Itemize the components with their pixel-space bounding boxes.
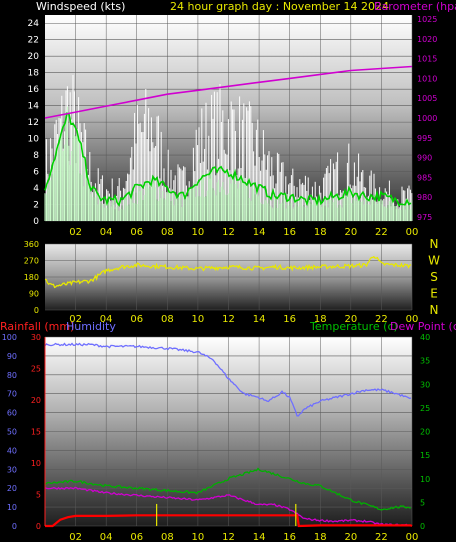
climate-x-tick-label: 04 (100, 532, 113, 542)
wind-x-tick-label: 10 (192, 227, 205, 238)
barometer-y-tick-label: 980 (417, 193, 432, 202)
wind-x-tick-label: 06 (130, 227, 143, 238)
humidity-y-tick-label: 40 (7, 446, 17, 455)
humidity-y-tick-label: 80 (7, 371, 17, 380)
barometer-y-tick-label: 1010 (417, 74, 437, 83)
rainfall-y-tick-label: 25 (31, 365, 41, 374)
climate-x-tick-label: 22 (375, 532, 388, 542)
direction-x-tick-label: 16 (283, 314, 296, 325)
climate-x-tick-label: 20 (344, 532, 357, 542)
wind-x-tick-label: 16 (283, 227, 296, 238)
barometer-y-tick-label: 1000 (417, 114, 437, 123)
direction-x-tick-label: 14 (253, 314, 266, 325)
wind-x-tick-label: 14 (253, 227, 266, 238)
rainfall-y-tick-label: 30 (31, 333, 41, 342)
humidity-y-tick-label: 50 (7, 428, 17, 437)
temperature-y-tick-label: 35 (420, 357, 430, 366)
barometer-y-tick-label: 1020 (417, 35, 437, 44)
barometer-y-tick-label: 1005 (417, 94, 437, 103)
climate-x-tick-label: 18 (314, 532, 327, 542)
wind-y-tick-label: 18 (28, 69, 40, 79)
humidity-y-tick-label: 100 (2, 333, 17, 342)
compass-label: S (430, 270, 438, 284)
humidity-y-tick-label: 20 (7, 484, 17, 493)
humidity-axis-title: Humidity (66, 320, 116, 333)
climate-x-tick-label: 00 (406, 532, 419, 542)
chart-title: 24 hour graph day : November 14 2024 (170, 0, 389, 13)
direction-x-tick-label: 06 (130, 314, 143, 325)
direction-x-tick-label: 10 (192, 314, 205, 325)
direction-y-tick-label: 360 (24, 240, 39, 249)
temperature-y-tick-label: 20 (420, 428, 430, 437)
direction-y-tick-label: 90 (29, 290, 39, 299)
barometer-axis-title: Barometer (hpa) (374, 0, 456, 13)
temperature-y-tick-label: 5 (420, 498, 425, 507)
temperature-y-tick-label: 15 (420, 451, 430, 460)
windspeed-axis-title: Windspeed (kts) (36, 0, 125, 13)
humidity-y-tick-label: 60 (7, 409, 17, 418)
compass-label: W (428, 254, 440, 268)
climate-x-tick-label: 14 (253, 532, 266, 542)
wind-y-tick-label: 16 (28, 85, 40, 95)
wind-y-tick-label: 8 (33, 151, 39, 161)
climate-x-tick-label: 16 (283, 532, 296, 542)
temperature-y-tick-label: 10 (420, 475, 430, 484)
humidity-y-tick-label: 30 (7, 465, 17, 474)
rainfall-y-tick-label: 20 (31, 396, 41, 405)
wind-x-tick-label: 04 (100, 227, 113, 238)
direction-x-tick-label: 12 (222, 314, 235, 325)
wind-y-tick-label: 22 (28, 36, 39, 46)
wind-x-tick-label: 22 (375, 227, 388, 238)
compass-label: E (430, 287, 438, 301)
climate-x-tick-label: 08 (161, 532, 174, 542)
humidity-y-tick-label: 90 (7, 352, 17, 361)
weather-graph: Windspeed (kts) 24 hour graph day : Nove… (0, 0, 456, 542)
direction-y-tick-label: 270 (24, 257, 39, 266)
temperature-axis-title: Temperature (c) (309, 320, 398, 333)
rainfall-y-tick-label: 5 (36, 491, 41, 500)
wind-y-tick-label: 0 (33, 217, 39, 227)
rainfall-y-tick-label: 15 (31, 428, 41, 437)
wind-y-tick-label: 20 (28, 52, 40, 62)
wind-x-tick-label: 12 (222, 227, 235, 238)
direction-y-tick-label: 180 (24, 273, 39, 282)
rainfall-y-tick-label: 10 (31, 459, 41, 468)
temperature-y-tick-label: 0 (420, 522, 425, 531)
rainfall-y-tick-label: 0 (36, 522, 41, 531)
wind-x-tick-label: 20 (344, 227, 357, 238)
temperature-y-tick-label: 40 (420, 333, 430, 342)
barometer-y-tick-label: 1015 (417, 55, 437, 64)
barometer-y-tick-label: 995 (417, 134, 432, 143)
wind-x-tick-label: 02 (69, 227, 82, 238)
climate-x-tick-label: 12 (222, 532, 235, 542)
direction-y-tick-label: 0 (34, 306, 39, 315)
barometer-y-tick-label: 990 (417, 154, 432, 163)
wind-y-tick-label: 14 (28, 102, 40, 112)
compass-label: N (430, 303, 439, 317)
barometer-y-tick-label: 975 (417, 213, 432, 222)
wind-y-tick-label: 2 (33, 201, 39, 211)
temperature-y-tick-label: 25 (420, 404, 430, 413)
wind-y-tick-label: 4 (33, 184, 39, 194)
wind-y-tick-label: 24 (28, 19, 40, 29)
wind-x-tick-label: 08 (161, 227, 174, 238)
humidity-y-tick-label: 10 (7, 503, 17, 512)
wind-y-tick-label: 10 (28, 135, 40, 145)
wind-x-tick-label: 00 (406, 227, 419, 238)
direction-x-tick-label: 08 (161, 314, 174, 325)
dewpoint-axis-title: Dew Point (c) (390, 320, 456, 333)
climate-x-tick-label: 02 (69, 532, 82, 542)
barometer-y-tick-label: 985 (417, 173, 432, 182)
humidity-y-tick-label: 0 (12, 522, 17, 531)
wind-y-tick-label: 12 (28, 118, 39, 128)
barometer-y-tick-label: 1025 (417, 15, 437, 24)
humidity-y-tick-label: 70 (7, 390, 17, 399)
compass-label: N (430, 237, 439, 251)
temperature-y-tick-label: 30 (420, 380, 430, 389)
rainfall-axis-title: Rainfall (mm) (0, 320, 74, 333)
wind-y-tick-label: 6 (33, 168, 39, 178)
climate-x-tick-label: 06 (130, 532, 143, 542)
wind-x-tick-label: 18 (314, 227, 327, 238)
climate-x-tick-label: 10 (192, 532, 205, 542)
